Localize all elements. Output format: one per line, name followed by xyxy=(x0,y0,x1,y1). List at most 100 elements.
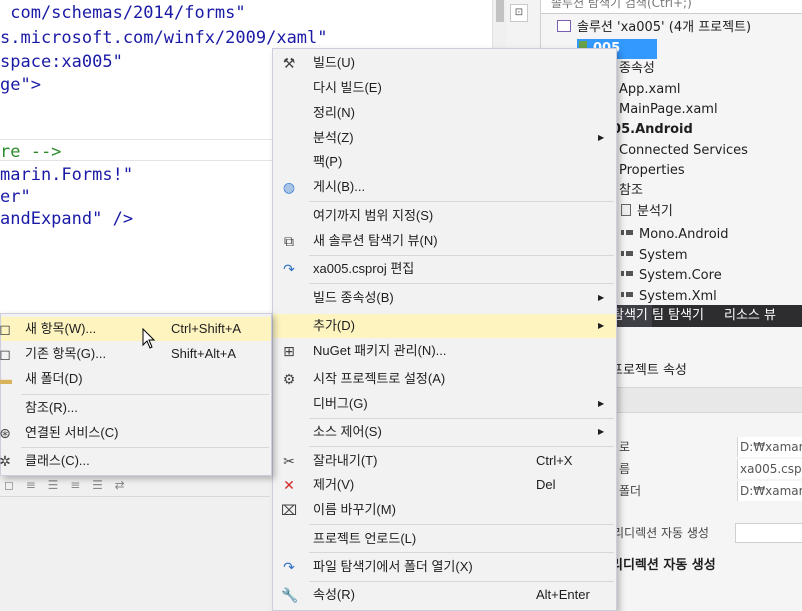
output-toolbar-area: ◻ ≡ ☰ ≡ ☰ ⇄ xyxy=(0,475,270,611)
shortcut-text: Del xyxy=(536,477,556,492)
reference-icon xyxy=(621,251,633,256)
menu-item-edit-csproj[interactable]: ↷ xa005.csproj 편집 xyxy=(273,257,616,281)
menu-item-remove[interactable]: ✕ 제거(V) Del xyxy=(273,473,616,497)
menu-item-add[interactable]: 추가(D) ▶ xyxy=(273,314,616,338)
menu-item-pack[interactable]: 팩(P) xyxy=(273,150,616,174)
menu-separator xyxy=(309,255,614,256)
submenu-item-connected-service[interactable]: ⊛ 연결된 서비스(C) xyxy=(0,421,271,445)
menu-item-open-in-explorer[interactable]: ↷ 파일 탐색기에서 폴더 열기(X) xyxy=(273,555,616,579)
menu-separator xyxy=(309,418,614,419)
tree-item-reference[interactable]: System.Xml xyxy=(621,284,717,304)
menu-item-debug[interactable]: 디버그(G) ▶ xyxy=(273,392,616,416)
solution-icon xyxy=(557,20,571,32)
solution-search-input[interactable]: 솔루션 탐색기 검색(Ctrl+;) xyxy=(541,0,802,14)
menu-separator xyxy=(309,446,614,447)
tab-resource-view[interactable]: 리소스 뷰 xyxy=(724,305,776,327)
submenu-arrow-icon: ▶ xyxy=(598,321,605,330)
submenu-arrow-icon: ▶ xyxy=(598,133,605,142)
tree-item-solution[interactable]: 솔루션 'xa005' (4개 프로젝트) xyxy=(557,18,751,38)
submenu-arrow-icon: ▶ xyxy=(598,293,605,302)
refresh-arrow-icon: ↷ xyxy=(283,559,295,575)
code-line[interactable]: andExpand" /> xyxy=(0,208,133,230)
property-value[interactable]: xa005.csproj xyxy=(737,459,802,479)
shortcut-text: Ctrl+X xyxy=(536,453,573,468)
property-name: 로 xyxy=(619,440,631,454)
existing-item-icon: ◻ xyxy=(0,346,11,362)
tree-item-file[interactable]: MainPage.xaml xyxy=(603,100,718,120)
menu-item-source-control[interactable]: 소스 제어(S) ▶ xyxy=(273,420,616,444)
folder-icon: ▬ xyxy=(0,371,12,387)
property-name: 폴더 xyxy=(619,484,642,498)
output-toolbar: ◻ ≡ ☰ ≡ ☰ ⇄ xyxy=(0,475,270,497)
build-icon: ⚒ xyxy=(282,55,296,71)
refresh-arrow-icon: ↷ xyxy=(283,261,295,277)
code-line[interactable]: com/schemas/2014/forms" xyxy=(0,2,245,24)
menu-item-publish[interactable]: ◍ 게시(B)... xyxy=(273,175,616,199)
code-line[interactable]: ge"> xyxy=(0,74,41,96)
property-value[interactable]: D:₩xamarin xyxy=(737,437,802,457)
menu-item-build[interactable]: ⚒ 빌드(U) xyxy=(273,51,616,75)
submenu-arrow-icon: ▶ xyxy=(598,399,605,408)
code-line[interactable]: er" xyxy=(0,186,31,208)
new-item-icon: ◻ xyxy=(0,321,11,337)
reference-icon xyxy=(621,230,633,235)
menu-item-cut[interactable]: ✂ 잘라내기(T) Ctrl+X xyxy=(273,449,616,473)
rename-icon: ⌧ xyxy=(281,502,298,518)
property-name: 리디렉션 자동 생성 xyxy=(613,526,709,540)
menu-item-rebuild[interactable]: 다시 빌드(E) xyxy=(273,76,616,100)
submenu-item-new-folder[interactable]: ▬ 새 폴더(D) xyxy=(0,367,271,391)
shortcut-text: Ctrl+Shift+A xyxy=(171,321,242,336)
class-icon: ✲ xyxy=(0,453,11,469)
menu-item-analyze[interactable]: 분석(Z) ▶ xyxy=(273,126,616,150)
submenu-item-reference[interactable]: 참조(R)... xyxy=(1,396,271,420)
submenu-item-class[interactable]: ✲ 클래스(C)... xyxy=(0,449,271,473)
shortcut-text: Shift+Alt+A xyxy=(171,346,237,361)
globe-icon: ◍ xyxy=(282,179,296,195)
nuget-icon: ⊞ xyxy=(283,343,295,359)
menu-item-properties[interactable]: 🔧 속성(R) Alt+Enter xyxy=(273,583,616,607)
code-line[interactable]: re --> xyxy=(0,141,61,163)
gear-icon: ⚙ xyxy=(282,371,296,387)
submenu-item-existing-item[interactable]: ◻ 기존 항목(G)... Shift+Alt+A xyxy=(0,342,271,366)
tree-item-reference[interactable]: Mono.Android xyxy=(621,222,729,242)
property-name: 름 xyxy=(619,462,631,476)
wrench-icon: 🔧 xyxy=(281,587,299,603)
property-description-title: 리디렉션 자동 생성 xyxy=(611,558,716,573)
menu-item-clean[interactable]: 정리(N) xyxy=(273,101,616,125)
shortcut-text: Alt+Enter xyxy=(536,587,590,602)
red-x-icon: ✕ xyxy=(283,477,295,493)
menu-item-unload-project[interactable]: 프로젝트 언로드(L) xyxy=(273,527,616,551)
menu-item-scope-to-this[interactable]: 여기까지 범위 지정(S) xyxy=(273,204,616,228)
menu-item-build-dependencies[interactable]: 빌드 종속성(B) ▶ xyxy=(273,286,616,310)
code-line[interactable]: space:xa005" xyxy=(0,51,123,73)
tree-item-reference[interactable]: System xyxy=(621,243,687,263)
property-value-field[interactable] xyxy=(735,523,802,543)
code-line[interactable]: marin.Forms!" xyxy=(0,164,133,186)
submenu-arrow-icon: ▶ xyxy=(598,427,605,436)
menu-item-new-explorer-view[interactable]: ⧉ 새 솔루션 탐색기 뷰(N) xyxy=(273,229,616,253)
split-view-button[interactable]: ⊡ xyxy=(510,4,528,22)
submenu-item-new-item[interactable]: ◻ 새 항목(W)... Ctrl+Shift+A xyxy=(0,317,271,341)
connected-services-icon: ⊛ xyxy=(0,425,11,441)
tree-item-reference[interactable]: System.Core xyxy=(621,263,722,283)
analyzer-icon xyxy=(621,204,631,216)
menu-separator xyxy=(21,394,269,395)
add-submenu: ◻ 새 항목(W)... Ctrl+Shift+A ◻ 기존 항목(G)... … xyxy=(0,313,272,476)
tab-team-explorer[interactable]: 팀 탐색기 xyxy=(652,305,704,327)
menu-separator xyxy=(309,283,614,284)
menu-item-set-startup[interactable]: ⚙ 시작 프로젝트로 설정(A) xyxy=(273,367,616,391)
menu-separator xyxy=(309,581,614,582)
project-context-menu: ⚒ 빌드(U) 다시 빌드(E) 정리(N) 분석(Z) ▶ 팩(P) ◍ 게시… xyxy=(272,48,617,611)
menu-item-rename[interactable]: ⌧ 이름 바꾸기(M) xyxy=(273,498,616,522)
code-line[interactable]: s.microsoft.com/winfx/2009/xaml" xyxy=(0,27,328,49)
properties-title: 프로젝트 속성 xyxy=(611,363,687,378)
scissors-icon: ✂ xyxy=(283,453,295,469)
tree-item-analyzer[interactable]: 분석기 xyxy=(621,202,673,222)
scrollbar-thumb[interactable] xyxy=(496,0,504,22)
reference-icon xyxy=(621,271,633,276)
mouse-cursor-icon xyxy=(142,328,156,349)
property-value[interactable]: D:₩xamarin xyxy=(737,481,802,501)
tree-item-connected-services[interactable]: Connected Services xyxy=(603,141,748,161)
menu-item-manage-nuget[interactable]: ⊞ NuGet 패키지 관리(N)... xyxy=(273,339,616,363)
menu-separator xyxy=(21,447,269,448)
